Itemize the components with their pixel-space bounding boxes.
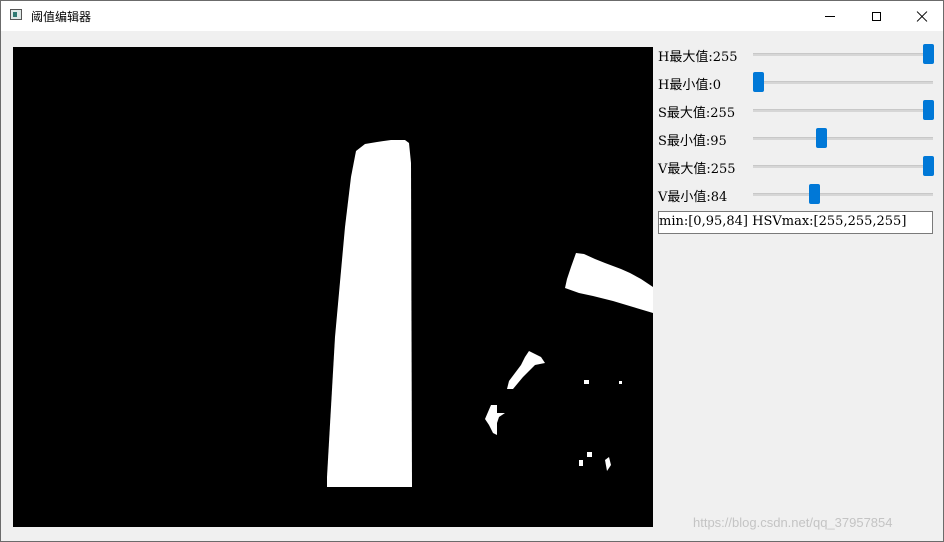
- minimize-button[interactable]: [807, 1, 853, 31]
- slider-row-s-max: S最大值:255: [658, 99, 938, 123]
- slider-row-v-min: V最小值:84: [658, 183, 938, 207]
- mask-canvas: [13, 47, 653, 527]
- s-min-slider[interactable]: [753, 127, 933, 149]
- app-window: 阈值编辑器 H最大值:255 H最小值:0 S最大值:255 S最小值:95 V…: [0, 0, 944, 542]
- title-bar[interactable]: 阈值编辑器: [1, 1, 943, 31]
- slider-row-v-max: V最大值:255: [658, 155, 938, 179]
- slider-label-s-max: S最大值:255: [658, 106, 736, 121]
- close-button[interactable]: [899, 1, 943, 31]
- v-min-slider[interactable]: [753, 183, 933, 205]
- slider-handle[interactable]: [923, 156, 934, 176]
- slider-label-h-max: H最大值:255: [658, 50, 738, 65]
- s-max-slider[interactable]: [753, 99, 934, 121]
- slider-track[interactable]: [753, 165, 933, 168]
- slider-label-s-min: S最小值:95: [658, 134, 727, 149]
- v-max-slider[interactable]: [753, 155, 934, 177]
- hsv-result-field[interactable]: min:[0,95,84] HSVmax:[255,255,255]: [658, 211, 933, 234]
- slider-label-h-min: H最小值:0: [658, 78, 721, 93]
- slider-label-v-min: V最小值:84: [658, 190, 728, 205]
- h-min-slider[interactable]: [753, 71, 933, 93]
- close-icon: [916, 10, 928, 22]
- slider-label-v-max: V最大值:255: [658, 162, 736, 177]
- mask-speck-3: [587, 452, 592, 457]
- threshold-mask-image: [13, 47, 653, 527]
- maximize-button[interactable]: [853, 1, 899, 31]
- slider-handle[interactable]: [809, 184, 820, 204]
- slider-track[interactable]: [753, 53, 933, 56]
- slider-track[interactable]: [753, 81, 933, 84]
- slider-handle[interactable]: [923, 100, 934, 120]
- slider-handle[interactable]: [816, 128, 828, 148]
- minimize-icon: [825, 15, 835, 17]
- slider-row-h-min: H最小值:0: [658, 71, 938, 95]
- window-title: 阈值编辑器: [31, 10, 92, 24]
- app-window-icon: [10, 9, 22, 20]
- slider-handle[interactable]: [753, 72, 764, 92]
- h-max-slider[interactable]: [753, 43, 934, 65]
- slider-track[interactable]: [753, 109, 933, 112]
- slider-track[interactable]: [753, 193, 933, 196]
- slider-handle[interactable]: [923, 44, 934, 64]
- mask-speck-4: [579, 460, 583, 466]
- slider-row-s-min: S最小值:95: [658, 127, 938, 151]
- watermark-text: https://blog.csdn.net/qq_37957854: [693, 515, 893, 530]
- mask-speck-2: [619, 381, 622, 384]
- slider-row-h-max: H最大值:255: [658, 43, 938, 67]
- maximize-icon: [871, 11, 881, 21]
- hsv-result-text: min:[0,95,84] HSVmax:[255,255,255]: [659, 214, 907, 229]
- slider-track[interactable]: [753, 137, 933, 140]
- mask-speck-1: [584, 380, 589, 384]
